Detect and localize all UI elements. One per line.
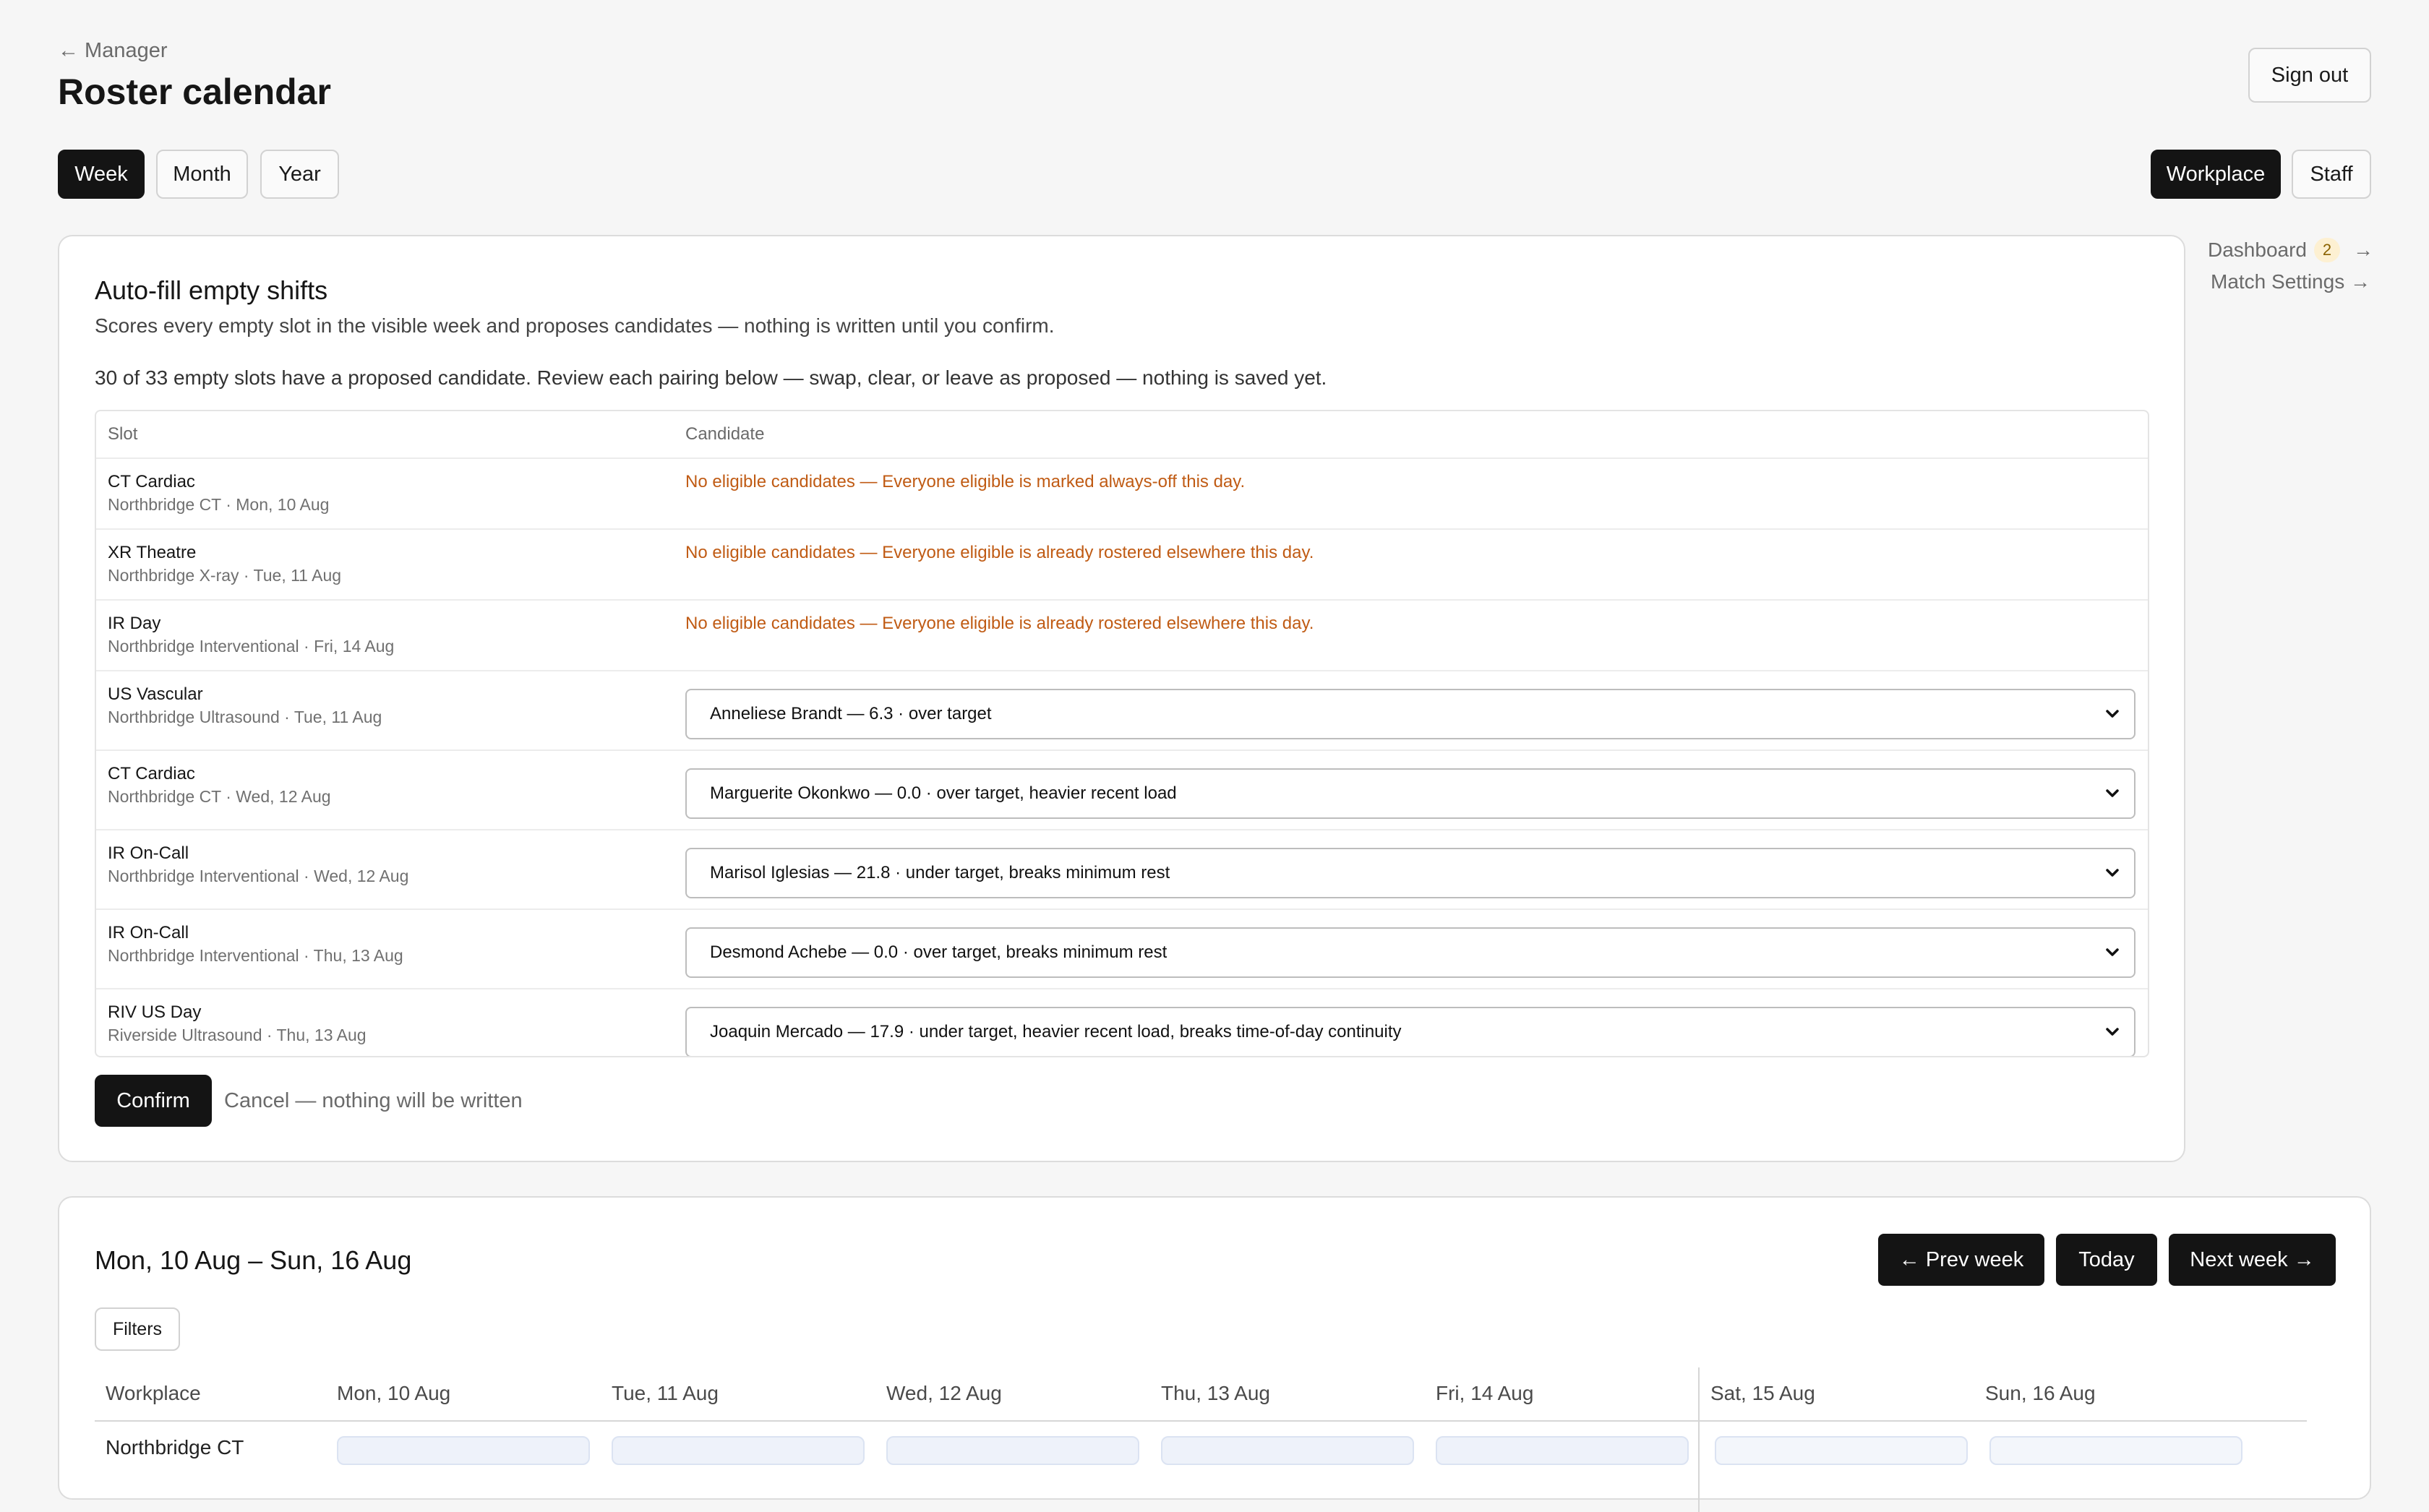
column-header-day: Mon, 10 Aug <box>337 1382 451 1404</box>
candidate-select[interactable]: Marisol Iglesias — 21.8 · under target, … <box>685 848 2135 898</box>
autofill-panel: Auto-fill empty shifts Scores every empt… <box>58 235 2185 1162</box>
arrow-right-icon: → <box>2352 239 2373 261</box>
calendar-header-divider <box>95 1420 2307 1422</box>
column-header-day: Thu, 13 Aug <box>1161 1382 1271 1404</box>
weekend-divider <box>1698 1367 1700 1512</box>
chevron-down-icon <box>2106 710 2119 718</box>
candidate-select-value: Desmond Achebe — 0.0 · over target, brea… <box>710 942 1168 962</box>
tab-week[interactable]: Week <box>58 150 145 199</box>
candidate-select[interactable]: Anneliese Brandt — 6.3 · over target <box>685 689 2135 739</box>
prev-week-button[interactable]: ← Prev week <box>1878 1234 2044 1286</box>
column-header-day: Wed, 12 Aug <box>886 1382 1002 1404</box>
slot-location: Riverside Ultrasound · Thu, 13 Aug <box>108 1026 367 1044</box>
chevron-down-icon <box>2106 789 2119 797</box>
column-header-candidate: Candidate <box>685 424 765 444</box>
tab-year[interactable]: Year <box>260 150 339 199</box>
chevron-down-icon <box>2106 1028 2119 1036</box>
slot-location: Northbridge CT · Wed, 12 Aug <box>108 787 331 806</box>
shift-chip[interactable] <box>1436 1436 1689 1465</box>
tab-staff[interactable]: Staff <box>2292 150 2371 199</box>
autofill-title: Auto-fill empty shifts <box>95 275 328 305</box>
candidate-select-value: Joaquin Mercado — 17.9 · under target, h… <box>710 1022 1402 1041</box>
shift-chip[interactable] <box>612 1436 865 1465</box>
autofill-summary: 30 of 33 empty slots have a proposed can… <box>95 366 1327 389</box>
candidate-select[interactable]: Joaquin Mercado — 17.9 · under target, h… <box>685 1007 2135 1056</box>
slot-name: IR Day <box>108 614 161 633</box>
slot-name: CT Cardiac <box>108 764 195 783</box>
match-settings-link[interactable]: Match Settings → <box>2211 270 2370 293</box>
column-header-day: Fri, 14 Aug <box>1436 1382 1534 1404</box>
back-link[interactable]: ← Manager <box>58 39 168 63</box>
no-candidate-warning: No eligible candidates — Everyone eligib… <box>685 543 1314 562</box>
column-header-day: Tue, 11 Aug <box>612 1382 719 1404</box>
confirm-button[interactable]: Confirm <box>95 1075 212 1127</box>
shift-chip[interactable] <box>1989 1436 2242 1465</box>
candidate-select[interactable]: Desmond Achebe — 0.0 · over target, brea… <box>685 927 2135 978</box>
week-panel: Mon, 10 Aug – Sun, 16 Aug ← Prev week To… <box>58 1196 2371 1512</box>
week-range-title: Mon, 10 Aug – Sun, 16 Aug <box>95 1245 412 1275</box>
column-header-workplace: Workplace <box>106 1382 201 1404</box>
dashboard-count-badge: 2 <box>2313 238 2340 262</box>
slot-name: CT Cardiac <box>108 472 195 491</box>
slot-location: Northbridge Interventional · Wed, 12 Aug <box>108 867 409 885</box>
autofill-description: Scores every empty slot in the visible w… <box>95 314 1055 337</box>
candidate-select-value: Anneliese Brandt — 6.3 · over target <box>710 704 992 723</box>
candidate-select-value: Marguerite Okonkwo — 0.0 · over target, … <box>710 783 1177 803</box>
column-header-slot: Slot <box>108 424 138 444</box>
shift-chip[interactable] <box>1715 1436 1968 1465</box>
no-candidate-warning: No eligible candidates — Everyone eligib… <box>685 472 1246 491</box>
filters-button[interactable]: Filters <box>95 1307 180 1351</box>
shift-chip[interactable] <box>1161 1436 1414 1465</box>
cancel-link[interactable]: Cancel — nothing will be written <box>224 1089 523 1113</box>
chevron-down-icon <box>2106 869 2119 877</box>
slot-name: XR Theatre <box>108 543 197 562</box>
table-row: XR Theatre Northbridge X-ray · Tue, 11 A… <box>96 530 2148 599</box>
page-title: Roster calendar <box>58 72 331 112</box>
slot-name: US Vascular <box>108 684 203 704</box>
slot-name: IR On-Call <box>108 843 189 863</box>
today-button[interactable]: Today <box>2056 1234 2157 1286</box>
slot-location: Northbridge Ultrasound · Tue, 11 Aug <box>108 708 382 726</box>
column-header-day: Sat, 15 Aug <box>1710 1382 1815 1404</box>
column-header-day: Sun, 16 Aug <box>1985 1382 2096 1404</box>
sign-out-button[interactable]: Sign out <box>2248 48 2371 103</box>
slot-location: Northbridge Interventional · Fri, 14 Aug <box>108 637 395 656</box>
table-row: CT Cardiac Northbridge CT · Mon, 10 Aug … <box>96 459 2148 528</box>
next-week-button[interactable]: Next week → <box>2169 1234 2336 1286</box>
slot-name: RIV US Day <box>108 1002 202 1022</box>
shift-chip[interactable] <box>337 1436 590 1465</box>
autofill-table: Slot Candidate CT Cardiac Northbridge CT… <box>95 410 2149 1057</box>
shift-chip[interactable] <box>886 1436 1139 1465</box>
slot-name: IR On-Call <box>108 923 189 942</box>
dashboard-link-label: Dashboard <box>2208 239 2307 261</box>
no-candidate-warning: No eligible candidates — Everyone eligib… <box>685 614 1314 633</box>
candidate-select-value: Marisol Iglesias — 21.8 · under target, … <box>710 863 1170 882</box>
dashboard-link[interactable]: Dashboard 2 → <box>2208 236 2373 265</box>
slot-location: Northbridge CT · Mon, 10 Aug <box>108 495 330 514</box>
chevron-down-icon <box>2106 948 2119 956</box>
slot-location: Northbridge Interventional · Thu, 13 Aug <box>108 946 403 965</box>
slot-location: Northbridge X-ray · Tue, 11 Aug <box>108 566 342 585</box>
workplace-row-label: Northbridge CT <box>106 1436 244 1459</box>
tab-month[interactable]: Month <box>156 150 248 199</box>
candidate-select[interactable]: Marguerite Okonkwo — 0.0 · over target, … <box>685 768 2135 819</box>
tab-workplace[interactable]: Workplace <box>2151 150 2281 199</box>
table-row: IR Day Northbridge Interventional · Fri,… <box>96 601 2148 670</box>
